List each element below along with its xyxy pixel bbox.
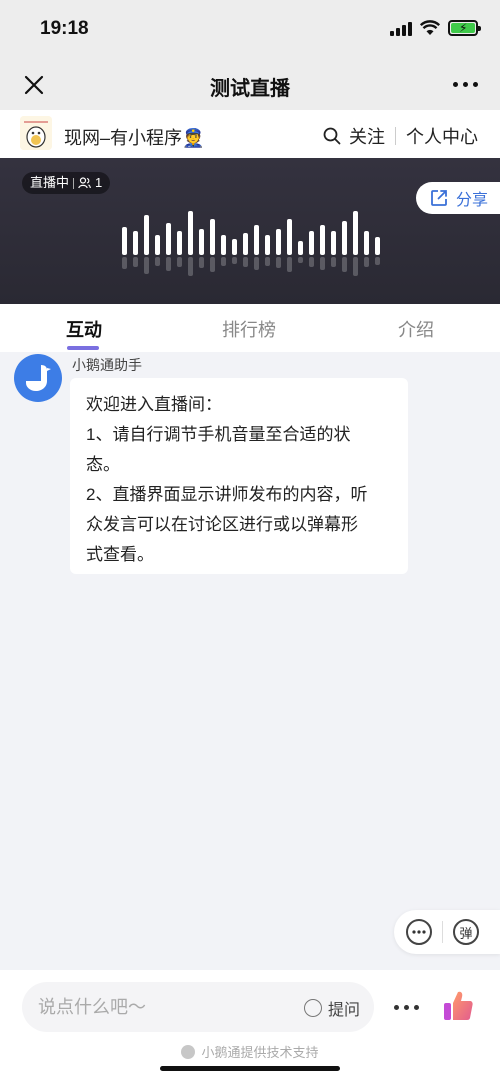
tech-support-note: 小鹅通提供技术支持 [0, 1042, 500, 1061]
battery-icon: ⚡ [448, 20, 481, 36]
share-icon [431, 190, 447, 206]
status-bar: 19:18 ⚡ [0, 0, 500, 60]
message-line: 欢迎进入直播间： [86, 395, 222, 414]
home-indicator [160, 1066, 340, 1071]
tab-intro[interactable]: 介绍 [398, 316, 434, 342]
radio-icon [303, 999, 322, 1017]
channel-logo-art [20, 116, 52, 150]
tab-active-indicator [67, 346, 99, 350]
message-line: 态。 [86, 455, 120, 474]
floating-actions: 弹 [394, 910, 500, 954]
message-bubble: 欢迎进入直播间： 1、请自行调节手机音量至合适的状 态。 2、直播界面显示讲师发… [70, 378, 408, 574]
goose-icon [26, 365, 51, 391]
comment-input[interactable] [38, 982, 288, 1032]
channel-name[interactable]: 现网–有小程序👮 [64, 124, 204, 150]
message-line: 1、请自行调节手机音量至合适的状 [86, 425, 351, 444]
status-icons: ⚡ [390, 20, 481, 36]
message-line: 众发言可以在讨论区进行或以弹幕形 [86, 515, 358, 534]
assistant-avatar[interactable] [14, 354, 62, 402]
divider [442, 921, 443, 943]
wifi-icon [420, 20, 440, 35]
page-title: 测试直播 [210, 78, 290, 100]
share-button[interactable]: 分享 [415, 182, 500, 214]
message-line: 2、直播界面显示讲师发布的内容，听 [86, 485, 368, 504]
personal-center-link[interactable]: 个人中心 [406, 123, 478, 149]
follow-button[interactable]: 关注 [349, 123, 385, 149]
message-line: 式查看。 [86, 545, 154, 564]
share-label: 分享 [455, 192, 488, 209]
nav-bar: 测试直播 [0, 60, 500, 110]
signal-icon [390, 20, 412, 36]
comment-input-box: 提问 [22, 982, 374, 1032]
live-banner: 直播中 1 分享 [0, 158, 500, 304]
search-icon [323, 127, 341, 145]
tab-interaction[interactable]: 互动 [66, 316, 102, 342]
brand-icon [181, 1044, 196, 1059]
channel-bar: 现网–有小程序👮 关注 个人中心 [0, 110, 500, 158]
comment-toggle-icon[interactable] [406, 919, 432, 945]
divider [395, 127, 396, 145]
divider [73, 177, 75, 189]
status-time: 19:18 [40, 18, 89, 39]
channel-actions: 关注 个人中心 [323, 123, 478, 149]
live-status-badge: 直播中 1 [22, 172, 111, 194]
channel-logo[interactable] [20, 116, 52, 150]
tab-ranking[interactable]: 排行榜 [222, 316, 276, 342]
tech-support-text: 小鹅通提供技术支持 [201, 1045, 319, 1060]
viewer-icon [78, 177, 91, 189]
chat-dots-icon [412, 930, 426, 934]
more-actions-icon[interactable] [394, 1005, 419, 1010]
ask-question-toggle[interactable]: 提问 [303, 996, 360, 1020]
more-menu-icon[interactable] [453, 82, 478, 87]
ask-label: 提问 [327, 1002, 360, 1019]
viewer-count: 1 [95, 175, 103, 190]
like-thumb-icon[interactable] [440, 988, 476, 1024]
live-status-label: 直播中 [30, 175, 70, 190]
tab-bar: 互动 排行榜 介绍 [0, 304, 500, 352]
message-sender: 小鹅通助手 [72, 357, 142, 373]
danmaku-toggle-button[interactable]: 弹 [453, 919, 479, 945]
